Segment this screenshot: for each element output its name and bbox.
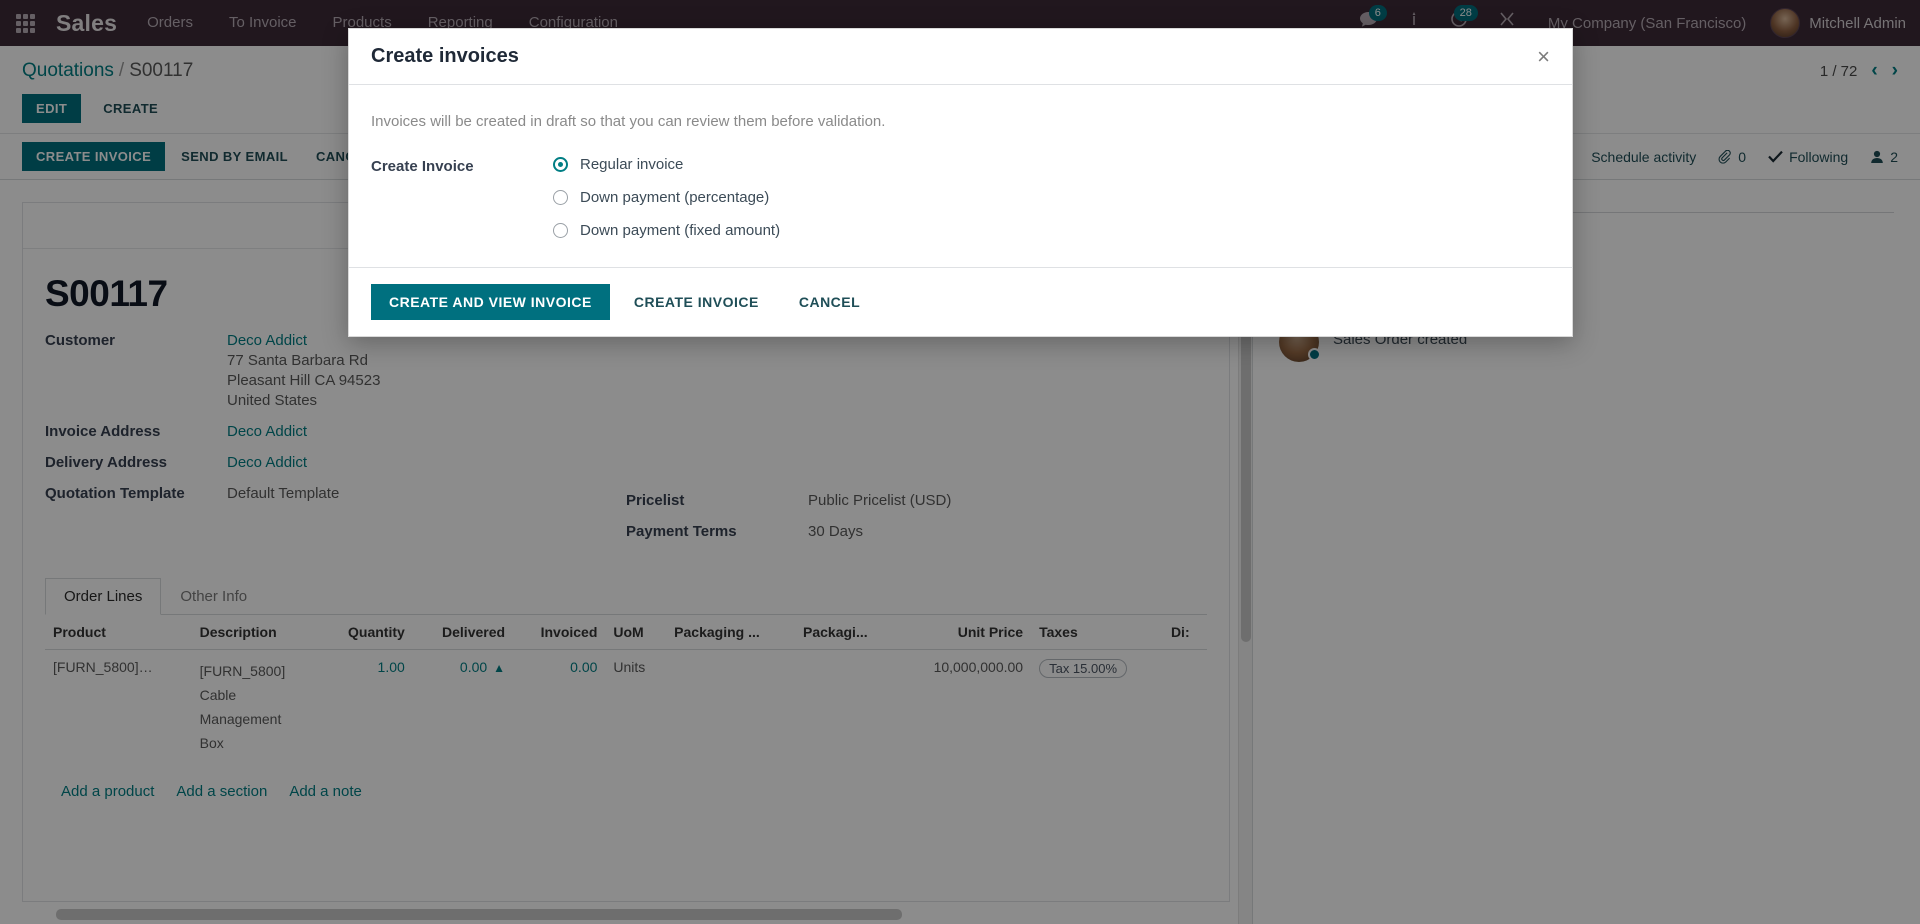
close-icon[interactable]: × <box>1537 45 1550 68</box>
modal-note-text: Invoices will be created in draft so tha… <box>371 113 886 130</box>
radio-down-payment-percentage[interactable]: Down payment (percentage) <box>553 189 780 206</box>
create-invoice-radio-group: Regular invoice Down payment (percentage… <box>553 156 780 239</box>
radio-button-icon[interactable] <box>553 157 568 172</box>
cancel-button[interactable]: CANCEL <box>783 284 876 320</box>
radio-down-payment-fixed-amount[interactable]: Down payment (fixed amount) <box>553 222 780 239</box>
radio-button-icon[interactable] <box>553 190 568 205</box>
modal-title: Create invoices <box>371 45 519 67</box>
create-invoice-label: Create Invoice <box>371 158 474 175</box>
create-invoice-field: Create Invoice Regular invoice Down paym… <box>371 156 1550 239</box>
radio-regular-invoice-label: Regular invoice <box>580 156 684 173</box>
create-invoices-dialog: Create invoices × Invoices will be creat… <box>348 28 1573 337</box>
radio-down-payment-percentage-label: Down payment (percentage) <box>580 189 770 206</box>
create-and-view-invoice-button[interactable]: CREATE AND VIEW INVOICE <box>371 284 610 320</box>
modal-body: Invoices will be created in draft so tha… <box>349 85 1572 268</box>
create-invoice-button[interactable]: CREATE INVOICE <box>618 284 775 320</box>
modal-footer: CREATE AND VIEW INVOICE CREATE INVOICE C… <box>349 268 1572 336</box>
radio-regular-invoice[interactable]: Regular invoice <box>553 156 780 173</box>
radio-down-payment-fixed-label: Down payment (fixed amount) <box>580 222 781 239</box>
modal-header: Create invoices × <box>349 29 1572 85</box>
radio-button-icon[interactable] <box>553 223 568 238</box>
